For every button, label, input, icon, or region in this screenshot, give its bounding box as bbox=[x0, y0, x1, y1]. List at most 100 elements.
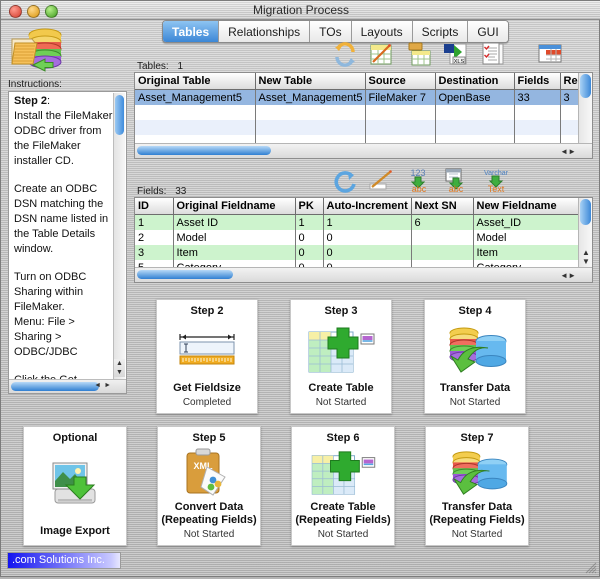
card-step-6[interactable]: Step 6 Create Table (Repeating Fields) N… bbox=[291, 426, 395, 546]
card-step-4[interactable]: Step 4 Transfer Data Not Started bbox=[424, 299, 526, 414]
fields-count-label: Fields: bbox=[137, 186, 167, 197]
scroll-arrows-vertical[interactable]: ▲ ▼ bbox=[582, 248, 590, 266]
table-row[interactable]: 1 Asset ID 1 1 6 Asset_ID bbox=[135, 214, 578, 230]
cell-auto-increment: 0 bbox=[323, 245, 412, 260]
card-step-label: Step 3 bbox=[324, 305, 358, 317]
tables-table-body: Original Table New Table Source Destinat… bbox=[135, 73, 578, 144]
fields-count-value: 33 bbox=[175, 186, 187, 197]
col-original-fieldname[interactable]: Original Fieldname bbox=[173, 198, 296, 215]
scroll-thumb[interactable] bbox=[115, 95, 124, 135]
title-bar[interactable]: Migration Process bbox=[1, 1, 600, 20]
instructions-horizontal-scrollbar[interactable]: ◄► bbox=[9, 379, 126, 393]
refresh-fields-icon[interactable] bbox=[331, 167, 359, 193]
scroll-thumb[interactable] bbox=[11, 382, 99, 391]
card-step-7[interactable]: Step 7 Transfer Data (Repeating Fields) bbox=[425, 426, 529, 546]
tables-count-value: 1 bbox=[177, 61, 184, 72]
col-new-fieldname[interactable]: New Fieldname bbox=[473, 198, 578, 215]
card-title: Get Fieldsize bbox=[173, 382, 241, 394]
scroll-arrows-horizontal[interactable]: ◄► bbox=[560, 147, 576, 156]
cell-source: FileMaker 7 bbox=[365, 89, 436, 105]
card-status: Not Started bbox=[449, 397, 501, 408]
card-optional-image-export[interactable]: Optional Image Export bbox=[23, 426, 127, 546]
fields-horizontal-scrollbar[interactable]: ◄► bbox=[135, 267, 592, 282]
tables-vertical-scrollbar[interactable] bbox=[578, 73, 592, 144]
col-fields[interactable]: Fields bbox=[514, 73, 561, 90]
table-row[interactable]: 2 Model 0 0 Model bbox=[135, 230, 578, 245]
card-title-line2: (Repeating Fields) bbox=[295, 514, 391, 526]
tables-toolbar: XLS bbox=[331, 41, 564, 67]
card-title: Transfer Data bbox=[439, 382, 511, 394]
tables-count-label: Tables: bbox=[137, 61, 169, 72]
table-row[interactable] bbox=[135, 120, 578, 135]
tab-relationships[interactable]: Relationships bbox=[219, 21, 311, 42]
instructions-step-heading: Step 2 bbox=[14, 95, 48, 107]
card-step-label: Step 4 bbox=[458, 305, 492, 317]
number-to-text-icon[interactable]: 123 abc bbox=[405, 167, 433, 194]
scroll-arrows-horizontal[interactable]: ◄► bbox=[94, 382, 114, 389]
card-step-label: Step 6 bbox=[326, 432, 360, 444]
col-auto-increment[interactable]: Auto-Increment bbox=[323, 198, 412, 215]
fields-vertical-scrollbar[interactable]: ▲ ▼ bbox=[578, 198, 592, 268]
col-next-sn[interactable]: Next SN bbox=[411, 198, 474, 215]
table-row[interactable] bbox=[135, 105, 578, 120]
tab-tables[interactable]: Tables bbox=[163, 21, 220, 42]
tab-gui[interactable]: GUI bbox=[468, 21, 508, 42]
tables-table[interactable]: Original Table New Table Source Destinat… bbox=[134, 72, 593, 159]
card-step-2[interactable]: Step 2 Get Fieldsize Completed bbox=[156, 299, 258, 414]
cell-next-sn: 6 bbox=[411, 214, 474, 230]
get-fieldsize-icon[interactable] bbox=[368, 167, 396, 193]
table-row[interactable]: 3 Item 0 0 Item bbox=[135, 245, 578, 260]
svg-text:abc: abc bbox=[449, 184, 464, 193]
fields-table[interactable]: ID Original Fieldname PK Auto-Increment … bbox=[134, 197, 593, 283]
instructions-panel[interactable]: Step 2: Install the FileMaker ODBC driver… bbox=[8, 91, 127, 394]
cell-new-fieldname: Asset_ID bbox=[473, 214, 578, 230]
tab-tos[interactable]: TOs bbox=[310, 21, 352, 42]
scroll-thumb[interactable] bbox=[580, 199, 591, 225]
col-new-table[interactable]: New Table bbox=[255, 73, 366, 90]
scroll-arrows-horizontal[interactable]: ◄► bbox=[560, 271, 576, 280]
tab-scripts[interactable]: Scripts bbox=[412, 21, 469, 42]
instructions-vertical-scrollbar[interactable] bbox=[113, 93, 125, 379]
col-records[interactable]: Recor bbox=[560, 73, 578, 90]
table-details-icon[interactable] bbox=[405, 41, 433, 67]
fields-count: Fields: 33 bbox=[137, 186, 186, 197]
table-row[interactable]: Asset_Management5 Asset_Management5 File… bbox=[135, 89, 578, 105]
scroll-thumb[interactable] bbox=[580, 74, 591, 98]
resize-grip[interactable] bbox=[584, 561, 597, 574]
tables-count: Tables: 1 bbox=[137, 61, 183, 72]
cell-auto-increment: 0 bbox=[323, 230, 412, 245]
col-original-table[interactable]: Original Table bbox=[135, 73, 256, 90]
refresh-tables-icon[interactable] bbox=[331, 41, 359, 67]
database-folder-icon bbox=[9, 25, 69, 73]
col-id[interactable]: ID bbox=[135, 198, 174, 215]
card-status: Not Started bbox=[315, 397, 367, 408]
cell-new-table: Asset_Management5 bbox=[255, 89, 366, 105]
create-table-plus-icon bbox=[291, 317, 391, 382]
main-tab-bar: Tables Relationships TOs Layouts Scripts… bbox=[162, 20, 509, 43]
export-xls-icon[interactable]: XLS bbox=[442, 41, 470, 67]
tab-layouts[interactable]: Layouts bbox=[351, 21, 413, 42]
card-step-3[interactable]: Step 3 Create Table Not Started bbox=[290, 299, 392, 414]
cell-id: 1 bbox=[135, 214, 174, 230]
col-destination[interactable]: Destination bbox=[435, 73, 515, 90]
window-title: Migration Process bbox=[252, 3, 350, 17]
tables-horizontal-scrollbar[interactable]: ◄► bbox=[135, 143, 592, 158]
report-icon[interactable] bbox=[479, 41, 507, 67]
col-pk[interactable]: PK bbox=[295, 198, 324, 215]
scroll-arrows-vertical[interactable]: ▲ ▼ bbox=[114, 359, 125, 377]
varchar-to-text-icon[interactable]: Varchar Text bbox=[479, 167, 509, 194]
cell-next-sn bbox=[411, 230, 474, 245]
edit-table-icon[interactable] bbox=[368, 41, 396, 67]
card-status: Not Started bbox=[183, 529, 235, 540]
transfer-data-cylinders-icon bbox=[426, 444, 528, 501]
card-title-line1: Create Table bbox=[310, 501, 376, 513]
card-step-5[interactable]: Step 5 XML Convert Data (Repeating Field… bbox=[157, 426, 261, 546]
scroll-thumb[interactable] bbox=[137, 146, 271, 155]
cell-fields: 33 bbox=[514, 89, 561, 105]
cell-original-table: Asset_Management5 bbox=[135, 89, 256, 105]
scroll-thumb[interactable] bbox=[137, 270, 233, 279]
date-to-text-icon[interactable]: abc bbox=[442, 167, 470, 194]
new-table-icon[interactable] bbox=[536, 41, 564, 67]
col-source[interactable]: Source bbox=[365, 73, 436, 90]
card-title-line1: Transfer Data bbox=[441, 501, 513, 513]
